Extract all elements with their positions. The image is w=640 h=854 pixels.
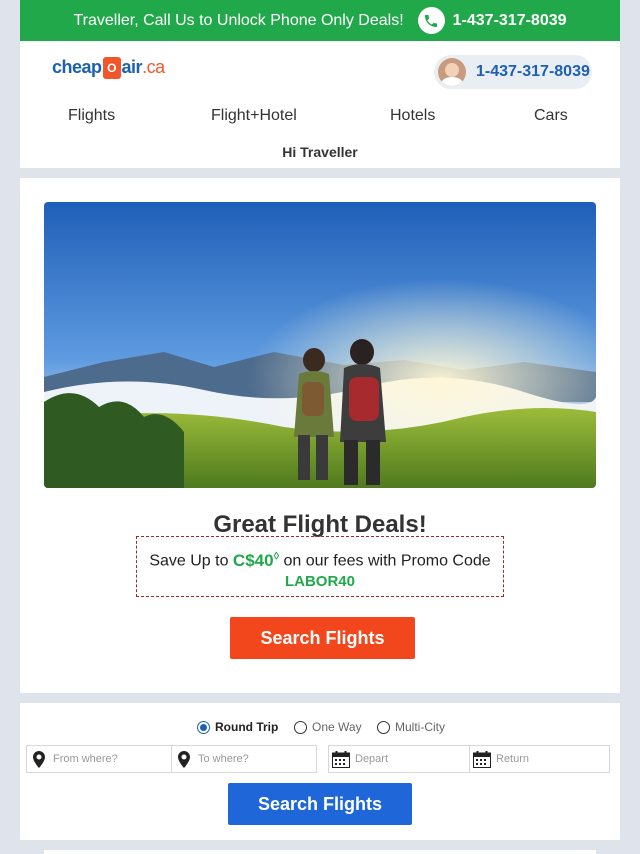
nav-item-hotels[interactable]: Hotels	[390, 107, 435, 125]
hero-image	[44, 202, 596, 488]
radio-icon	[377, 720, 390, 734]
next-section-edge	[44, 850, 596, 854]
logo-word: cheap	[52, 57, 102, 77]
promo-code: LABOR40	[284, 572, 355, 590]
trip-type-selector: Round Trip One Way Multi-City	[20, 720, 620, 736]
agent-phone-button[interactable]: 1-437-317-8039	[434, 55, 592, 89]
promo-amount-mark: ◊	[273, 550, 279, 562]
map-pin-icon	[172, 750, 196, 768]
trip-type-label: Round Trip	[215, 720, 279, 734]
cheapoair-logo[interactable]: cheap Oair.ca	[52, 57, 165, 80]
trip-type-multi-city[interactable]: Multi-City	[377, 720, 445, 734]
trip-type-label: Multi-City	[395, 720, 445, 734]
nav-item-flights[interactable]: Flights	[68, 107, 115, 125]
return-date-input[interactable]: Return	[469, 745, 610, 773]
radio-icon	[294, 720, 307, 734]
hero-card: Great Flight Deals! Save Up to C$40◊ on …	[20, 178, 620, 693]
depart-placeholder: Depart	[355, 753, 389, 765]
to-input[interactable]: To where?	[171, 745, 317, 773]
promo-amount-value: C$40	[232, 550, 274, 570]
site-header: cheap Oair.ca 1-437-317-8039 Flights Flig…	[20, 41, 620, 168]
greeting: Hi Traveller	[282, 144, 358, 160]
main-nav: Flights Flight+Hotel Hotels Cars	[20, 107, 620, 127]
call-banner-message: Traveller, Call Us to Unlock Phone Only …	[73, 11, 404, 29]
trip-type-one-way[interactable]: One Way	[294, 720, 362, 734]
nav-item-cars[interactable]: Cars	[534, 107, 568, 125]
hero-search-flights-button[interactable]: Search Flights	[230, 617, 415, 659]
radio-selected-icon	[197, 720, 210, 734]
map-pin-icon	[27, 750, 51, 768]
promo-prefix: Save Up to	[149, 552, 229, 570]
agent-phone-number: 1-437-317-8039	[476, 63, 590, 80]
logo-tld: .ca	[142, 57, 165, 77]
calendar-icon	[470, 750, 494, 768]
call-banner[interactable]: Traveller, Call Us to Unlock Phone Only …	[20, 0, 620, 41]
logo-o: O	[102, 57, 121, 80]
agent-avatar	[438, 58, 466, 86]
trip-type-round-trip[interactable]: Round Trip	[197, 720, 278, 734]
from-input[interactable]: From where?	[26, 745, 172, 773]
promo-amount: C$40◊	[232, 550, 279, 570]
nav-item-flight-hotel[interactable]: Flight+Hotel	[211, 107, 297, 125]
promo-box: Save Up to C$40◊ on our fees with Promo …	[136, 536, 504, 597]
call-banner-phone[interactable]: 1-437-317-8039	[453, 12, 567, 30]
logo-air: air	[121, 57, 143, 77]
trip-type-label: One Way	[312, 720, 362, 734]
depart-date-input[interactable]: Depart	[328, 745, 470, 773]
search-flights-button[interactable]: Search Flights	[228, 783, 412, 825]
to-placeholder: To where?	[198, 753, 249, 765]
promo-suffix: on our fees with Promo Code	[283, 552, 491, 570]
flight-search-form: Round Trip One Way Multi-City From where…	[20, 703, 620, 840]
deal-title: Great Flight Deals!	[213, 511, 427, 538]
from-placeholder: From where?	[53, 753, 118, 765]
return-placeholder: Return	[496, 753, 530, 765]
phone-icon	[417, 7, 445, 34]
calendar-icon	[329, 750, 353, 768]
